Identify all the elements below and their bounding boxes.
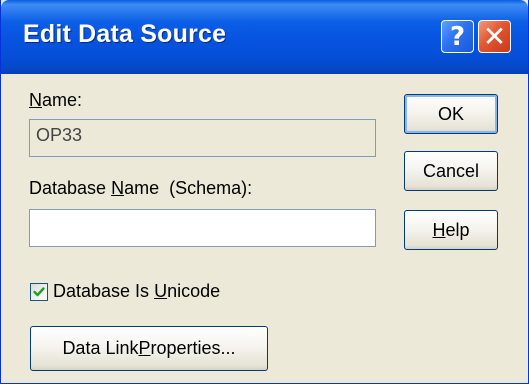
- unicode-checkbox-label[interactable]: Database Is Unicode: [53, 281, 220, 302]
- name-label: Name:: [29, 90, 83, 110]
- title-close-button[interactable]: ✕: [478, 20, 511, 53]
- schema-input[interactable]: [29, 209, 376, 247]
- help-button[interactable]: Help: [404, 210, 498, 250]
- question-mark-icon: ?: [449, 21, 466, 52]
- title-bar[interactable]: Edit Data Source ? ✕: [1, 0, 528, 74]
- title-help-button[interactable]: ?: [441, 20, 474, 53]
- ok-button[interactable]: OK: [404, 94, 498, 134]
- edit-data-source-dialog: Edit Data Source ? ✕ Name: OP33 Database…: [0, 0, 529, 384]
- dialog-title: Edit Data Source: [23, 20, 227, 48]
- name-field[interactable]: OP33: [29, 119, 376, 157]
- data-link-properties-button[interactable]: Data Link Properties...: [30, 326, 268, 371]
- schema-label: Database Name (Schema):: [29, 178, 253, 198]
- close-icon: ✕: [482, 19, 507, 53]
- cancel-button[interactable]: Cancel: [404, 151, 498, 191]
- checkmark-icon: [33, 287, 45, 297]
- unicode-checkbox[interactable]: [30, 283, 48, 301]
